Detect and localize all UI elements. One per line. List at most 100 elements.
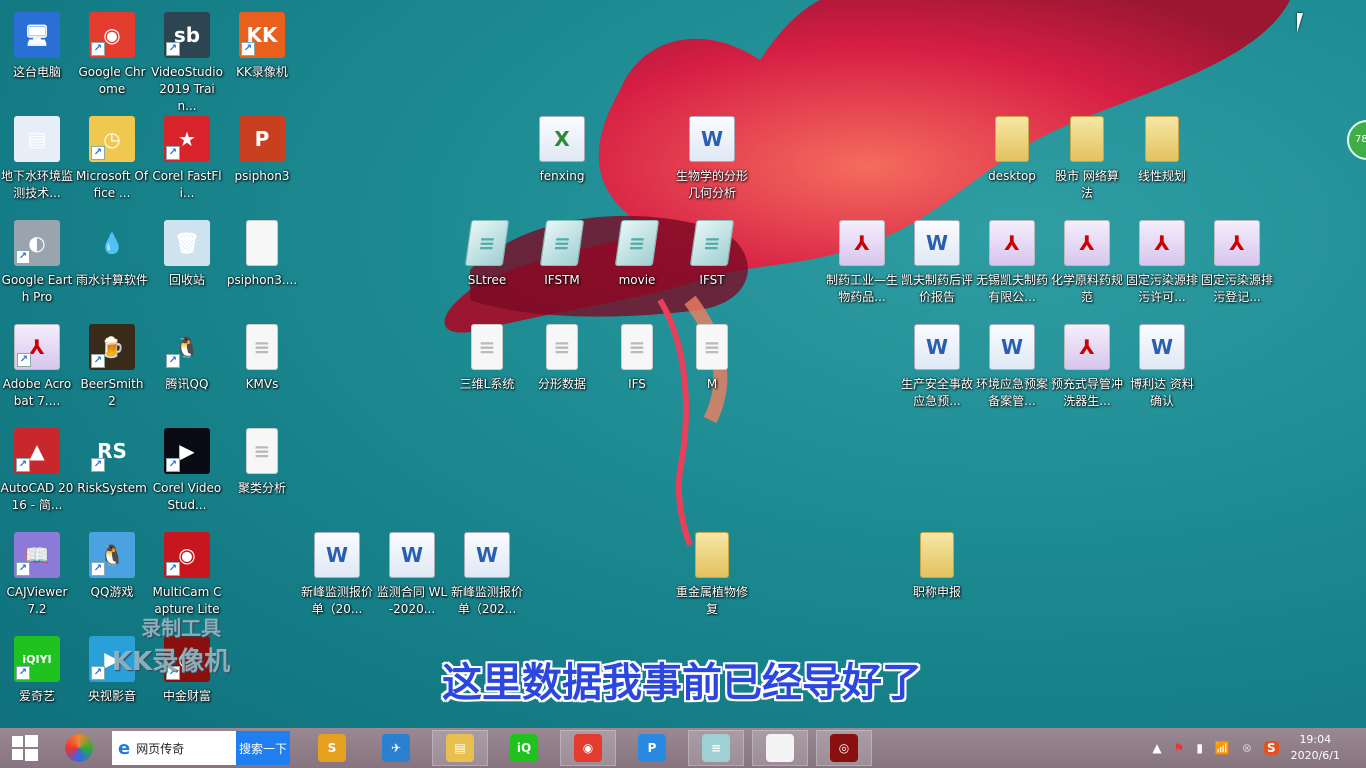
app-icon: P	[239, 116, 285, 162]
desktop-icon[interactable]: W 监测合同 WL-2020...	[375, 532, 449, 618]
recorder-watermark: 录制工具 KK录像机	[112, 616, 231, 677]
desktop-icon[interactable]: ≡ KMVs	[225, 324, 299, 393]
desktop-icon-label: 无锡凯夫制药有限公...	[975, 273, 1048, 304]
app-icon: ◐ ↗	[14, 220, 60, 266]
desktop-icon[interactable]: 重金属植物修复	[675, 532, 749, 618]
pdf-file-icon: ⅄	[1064, 220, 1110, 266]
desktop-icon[interactable]: KK ↗ KK录像机	[225, 12, 299, 81]
desktop-icon[interactable]: psiphon3....	[225, 220, 299, 289]
desktop-icon[interactable]: ≡ 聚类分析	[225, 428, 299, 497]
desktop-icon[interactable]: ⅄ 无锡凯夫制药有限公...	[975, 220, 1049, 306]
desktop-icon[interactable]: 线性规划	[1125, 116, 1199, 185]
desktop-icon[interactable]: ⅄ 制药工业—生物药品...	[825, 220, 899, 306]
taskbar-app-360[interactable]	[54, 730, 104, 766]
desktop-icon[interactable]: 股市 网络算法	[1050, 116, 1124, 202]
desktop-icon[interactable]: Xfenxing	[525, 116, 599, 185]
desktop-icon[interactable]: ◐ ↗ Google Earth Pro	[0, 220, 74, 306]
system-tray: ▲ ⚑ ▮ 📶 ⊗ S 19:04 2020/6/1	[1152, 732, 1366, 764]
desktop-icon-label: 地下水环境监测技术...	[0, 169, 73, 200]
show-hidden-icons-button[interactable]: ▲	[1152, 741, 1161, 755]
mouse-cursor-icon	[1297, 13, 1303, 33]
desktop-icon[interactable]: 🖥 这台电脑	[0, 12, 74, 81]
desktop-icon[interactable]: ▶ ↗ Corel VideoStud...	[150, 428, 224, 514]
desktop-icon[interactable]: ⅄ 固定污染源排污登记...	[1200, 220, 1274, 306]
desktop-icon[interactable]: ⅄ ↗ Adobe Acrobat 7....	[0, 324, 74, 410]
desktop-icon[interactable]: 🐧 ↗ 腾讯QQ	[150, 324, 224, 393]
taskbar-app-360-browser[interactable]: S	[304, 730, 360, 766]
desktop-icon[interactable]: ≡ SLtree	[450, 220, 524, 289]
desktop-icon[interactable]: ≡ movie	[600, 220, 674, 289]
battery-icon[interactable]: ▮	[1196, 741, 1203, 755]
search-button[interactable]: 搜索一下	[236, 731, 290, 765]
360-browser-icon	[65, 734, 93, 762]
shortcut-arrow-icon: ↗	[91, 354, 105, 368]
desktop-icon[interactable]: iQIYI ↗ 爱奇艺	[0, 636, 74, 705]
desktop-icon[interactable]: ≡ 三维L系统	[450, 324, 524, 393]
desktop-icon[interactable]: RS ↗ RiskSystem	[75, 428, 149, 497]
flag-icon[interactable]: ⚑	[1174, 741, 1185, 755]
desktop-icon-label: IFS	[628, 377, 646, 391]
taskbar-app-zhongjin-caifu[interactable]: ◎	[816, 730, 872, 766]
desktop-icon[interactable]: ▲ ↗ AutoCAD 2016 - 简...	[0, 428, 74, 514]
desktop-icon[interactable]: W 博利达 资料确认	[1125, 324, 1199, 410]
desktop-icon[interactable]: ▤ 地下水环境监测技术...	[0, 116, 74, 202]
shortcut-arrow-icon: ↗	[91, 146, 105, 160]
desktop-icon[interactable]: 🍺 ↗ BeerSmith 2	[75, 324, 149, 410]
desktop-icon-label: KK录像机	[236, 65, 288, 79]
network-signal-icon[interactable]: 📶	[1215, 741, 1230, 755]
desktop-icon[interactable]: W 凯夫制药后评价报告	[900, 220, 974, 306]
app-icon: 💧	[99, 231, 125, 255]
desktop-icon[interactable]: ★ ↗ Corel FastFli...	[150, 116, 224, 202]
desktop-icon-label: Corel FastFli...	[152, 169, 222, 200]
taskbar-app-chrome[interactable]: ◉	[560, 730, 616, 766]
desktop-icon-label: fenxing	[539, 169, 585, 183]
desktop-icon-label: Microsoft Office ...	[75, 169, 149, 200]
taskbar-app-notepad[interactable]: ≡	[688, 730, 744, 766]
folder-icon	[920, 532, 954, 578]
desktop-icon[interactable]: ≡ IFST	[675, 220, 749, 289]
clock[interactable]: 19:04 2020/6/1	[1291, 732, 1340, 764]
desktop-icon[interactable]: 🗑 回收站	[150, 220, 224, 289]
desktop-icon[interactable]: Ppsiphon3	[225, 116, 299, 185]
desktop-icon-label: 重金属植物修复	[675, 585, 748, 616]
taskbar-app-text-file[interactable]	[752, 730, 808, 766]
word-file-icon: W	[389, 532, 435, 578]
desktop-icon[interactable]: ⅄ 预充式导管冲洗器生...	[1050, 324, 1124, 410]
volume-muted-icon[interactable]: ⊗	[1242, 741, 1252, 755]
desktop-icon[interactable]: W 生物学的分形几何分析	[675, 116, 749, 202]
desktop-icon-label: IFSTM	[544, 273, 580, 287]
desktop-icon[interactable]: W 新峰监测报价单（20...	[300, 532, 374, 618]
desktop-icon[interactable]: sb ↗ VideoStudio 2019 Train...	[150, 12, 224, 115]
search-input[interactable]: e 网页传奇	[112, 731, 236, 765]
desktop-icon[interactable]: ≡ M	[675, 324, 749, 393]
taskbar-app-file-explorer[interactable]: ▤	[432, 730, 488, 766]
start-button[interactable]	[0, 730, 50, 766]
desktop-icon[interactable]: ⅄ 固定污染源排污许可...	[1125, 220, 1199, 306]
desktop-icon[interactable]: W 环境应急预案备案管...	[975, 324, 1049, 410]
desktop-icon[interactable]: ≡ IFSTM	[525, 220, 599, 289]
taskbar-app-feishu[interactable]: ✈	[368, 730, 424, 766]
desktop-icon[interactable]: 职称申报	[900, 532, 974, 601]
taskbar-app-pp-assistant[interactable]: P	[624, 730, 680, 766]
desktop-icon[interactable]: ◉ ↗ Google Chrome	[75, 12, 149, 98]
desktop-icon[interactable]: 🐧 ↗ QQ游戏	[75, 532, 149, 601]
desktop-icon[interactable]: W 生产安全事故应急预...	[900, 324, 974, 410]
desktop-icon[interactable]: desktop	[975, 116, 1049, 185]
taskbar-app-iqiyi[interactable]: iQ	[496, 730, 552, 766]
desktop-icon[interactable]: 💧 雨水计算软件	[75, 220, 149, 289]
desktop-icon[interactable]: ◷ ↗ Microsoft Office ...	[75, 116, 149, 202]
shortcut-arrow-icon: ↗	[16, 562, 30, 576]
ie-icon: e	[118, 737, 131, 759]
desktop-icon-label: 新峰监测报价单（202...	[450, 585, 523, 616]
sogou-ime-icon[interactable]: S	[1263, 741, 1279, 755]
excel-file-icon: X	[539, 116, 585, 162]
app-icon: ★ ↗	[164, 116, 210, 162]
desktop-icon[interactable]: W 新峰监测报价单（202...	[450, 532, 524, 618]
taskbar-search: e 网页传奇 搜索一下	[112, 731, 290, 765]
desktop-icon[interactable]: 📖 ↗ CAJViewer 7.2	[0, 532, 74, 618]
desktop-icon[interactable]: ≡ 分形数据	[525, 324, 599, 393]
desktop-icon[interactable]: ≡ IFS	[600, 324, 674, 393]
desktop-icon[interactable]: ◉ ↗ MultiCam Capture Lite	[150, 532, 224, 618]
note-file-icon: ≡	[464, 220, 510, 266]
desktop-icon[interactable]: ⅄ 化学原料药规范	[1050, 220, 1124, 306]
